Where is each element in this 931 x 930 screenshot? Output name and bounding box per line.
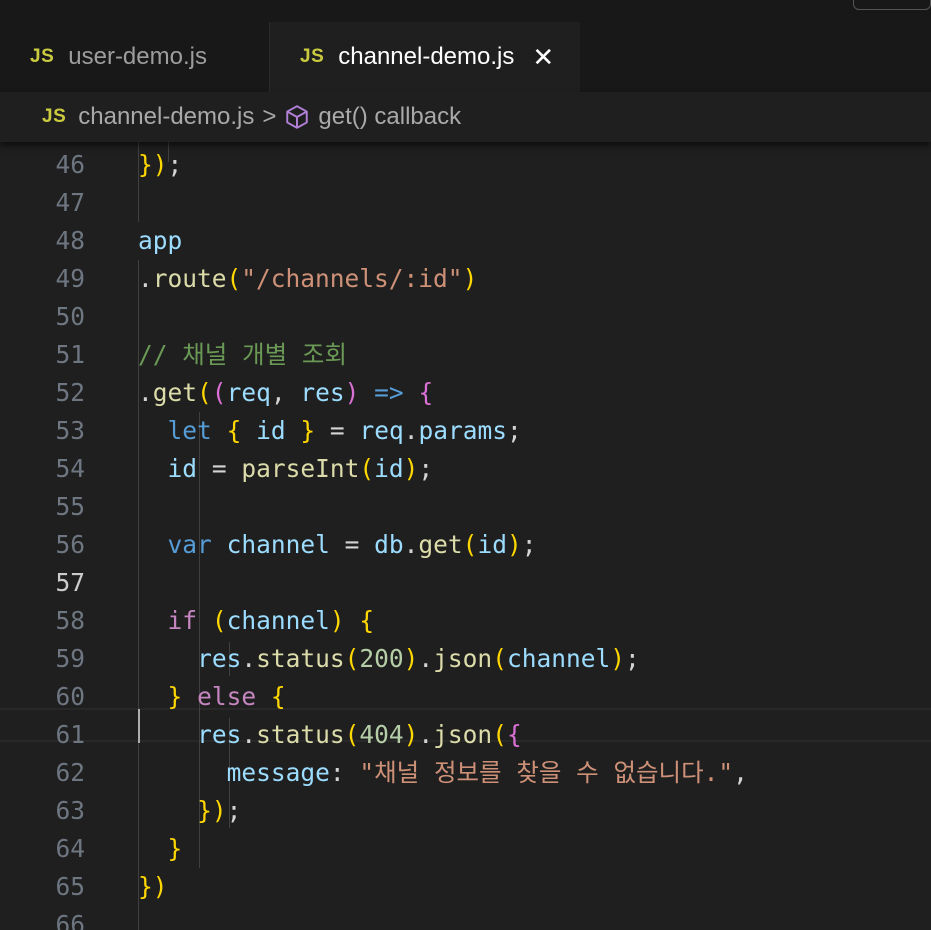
code-text: }); xyxy=(197,796,242,825)
line-number: 66 xyxy=(55,910,85,930)
code-text: app xyxy=(138,226,183,255)
code-editor[interactable]: 46}); 47 48 app 49 .route("/channels/:id") 50 5… xyxy=(0,142,931,930)
line-number: 52 xyxy=(55,378,85,407)
title-bar xyxy=(0,0,931,22)
tab-label: user-demo.js xyxy=(68,43,207,70)
line-number: 64 xyxy=(55,834,85,863)
line-number: 59 xyxy=(55,644,85,673)
line-number: 57 xyxy=(55,568,85,597)
line-number: 50 xyxy=(55,302,85,331)
breadcrumb-file[interactable]: channel-demo.js xyxy=(78,103,254,131)
code-text: }) xyxy=(138,872,168,901)
code-text: }); xyxy=(138,150,183,179)
code-text: res.status(200).json(channel); xyxy=(197,644,640,673)
code-line[interactable]: 48 app xyxy=(0,222,931,260)
chevron-right-icon: > xyxy=(262,103,277,130)
code-text: message: "채널 정보를 찾을 수 없습니다.", xyxy=(226,758,748,787)
line-number: 63 xyxy=(55,796,85,825)
code-line[interactable]: 46}); xyxy=(0,146,931,184)
code-line[interactable]: 50 xyxy=(0,298,931,336)
code-line[interactable]: 49 .route("/channels/:id") xyxy=(0,260,931,298)
js-file-icon: JS xyxy=(42,106,67,127)
close-icon[interactable]: ✕ xyxy=(532,42,554,73)
code-text: if (channel) { xyxy=(167,606,375,635)
line-number: 54 xyxy=(55,454,85,483)
line-number: 62 xyxy=(55,758,85,787)
line-number: 51 xyxy=(55,340,85,369)
line-number: 65 xyxy=(55,872,85,901)
js-file-icon: JS xyxy=(30,46,55,67)
code-line[interactable]: 51 // 채널 개별 조회 xyxy=(0,336,931,374)
code-text: var channel = db.get(id); xyxy=(167,530,537,559)
code-text: .get((req, res) => { xyxy=(138,378,434,407)
code-line[interactable]: 62 message: "채널 정보를 찾을 수 없습니다.", xyxy=(0,754,931,792)
tab-user-demo[interactable]: JS user-demo.js xyxy=(0,22,270,92)
breadcrumb: JS channel-demo.js > get() callback xyxy=(0,92,931,142)
code-line[interactable]: 60 } else { xyxy=(0,678,931,716)
code-line[interactable]: 47 xyxy=(0,184,931,222)
code-line[interactable]: 61 res.status(404).json({ xyxy=(0,716,931,754)
code-line[interactable]: 58 if (channel) { xyxy=(0,602,931,640)
line-number: 49 xyxy=(55,264,85,293)
code-line[interactable]: 59 res.status(200).json(channel); xyxy=(0,640,931,678)
code-line[interactable]: 64 } xyxy=(0,830,931,868)
tab-bar: JS user-demo.js JS channel-demo.js ✕ xyxy=(0,22,931,92)
method-cube-icon xyxy=(286,105,309,129)
code-text: res.status(404).json({ xyxy=(197,720,522,749)
js-file-icon: JS xyxy=(300,46,325,67)
code-text: let { id } = req.params; xyxy=(167,416,522,445)
line-number: 48 xyxy=(55,226,85,255)
tab-label: channel-demo.js xyxy=(338,43,515,70)
code-line[interactable]: 54 id = parseInt(id); xyxy=(0,450,931,488)
code-line[interactable]: 52 .get((req, res) => { xyxy=(0,374,931,412)
code-line[interactable]: 65}) xyxy=(0,868,931,906)
code-line[interactable]: 66 xyxy=(0,906,931,930)
code-line[interactable]: 56 var channel = db.get(id); xyxy=(0,526,931,564)
line-number: 58 xyxy=(55,606,85,635)
line-number: 46 xyxy=(55,150,85,179)
code-line[interactable]: 55 xyxy=(0,488,931,526)
code-line[interactable]: 57 xyxy=(0,564,931,602)
window-control[interactable] xyxy=(853,0,931,10)
line-number: 61 xyxy=(55,720,85,749)
code-text: // 채널 개별 조회 xyxy=(138,340,347,369)
line-number: 55 xyxy=(55,492,85,521)
breadcrumb-symbol[interactable]: get() callback xyxy=(318,103,461,131)
line-number: 53 xyxy=(55,416,85,445)
code-line[interactable]: 63 }); xyxy=(0,792,931,830)
code-text: id = parseInt(id); xyxy=(167,454,434,483)
line-number: 56 xyxy=(55,530,85,559)
code-text: .route("/channels/:id") xyxy=(138,264,478,293)
line-number: 60 xyxy=(55,682,85,711)
line-number: 47 xyxy=(55,188,85,217)
code-line[interactable]: 53 let { id } = req.params; xyxy=(0,412,931,450)
tab-channel-demo[interactable]: JS channel-demo.js ✕ xyxy=(270,22,580,92)
code-text: } xyxy=(167,834,183,863)
code-text: } else { xyxy=(167,682,286,711)
